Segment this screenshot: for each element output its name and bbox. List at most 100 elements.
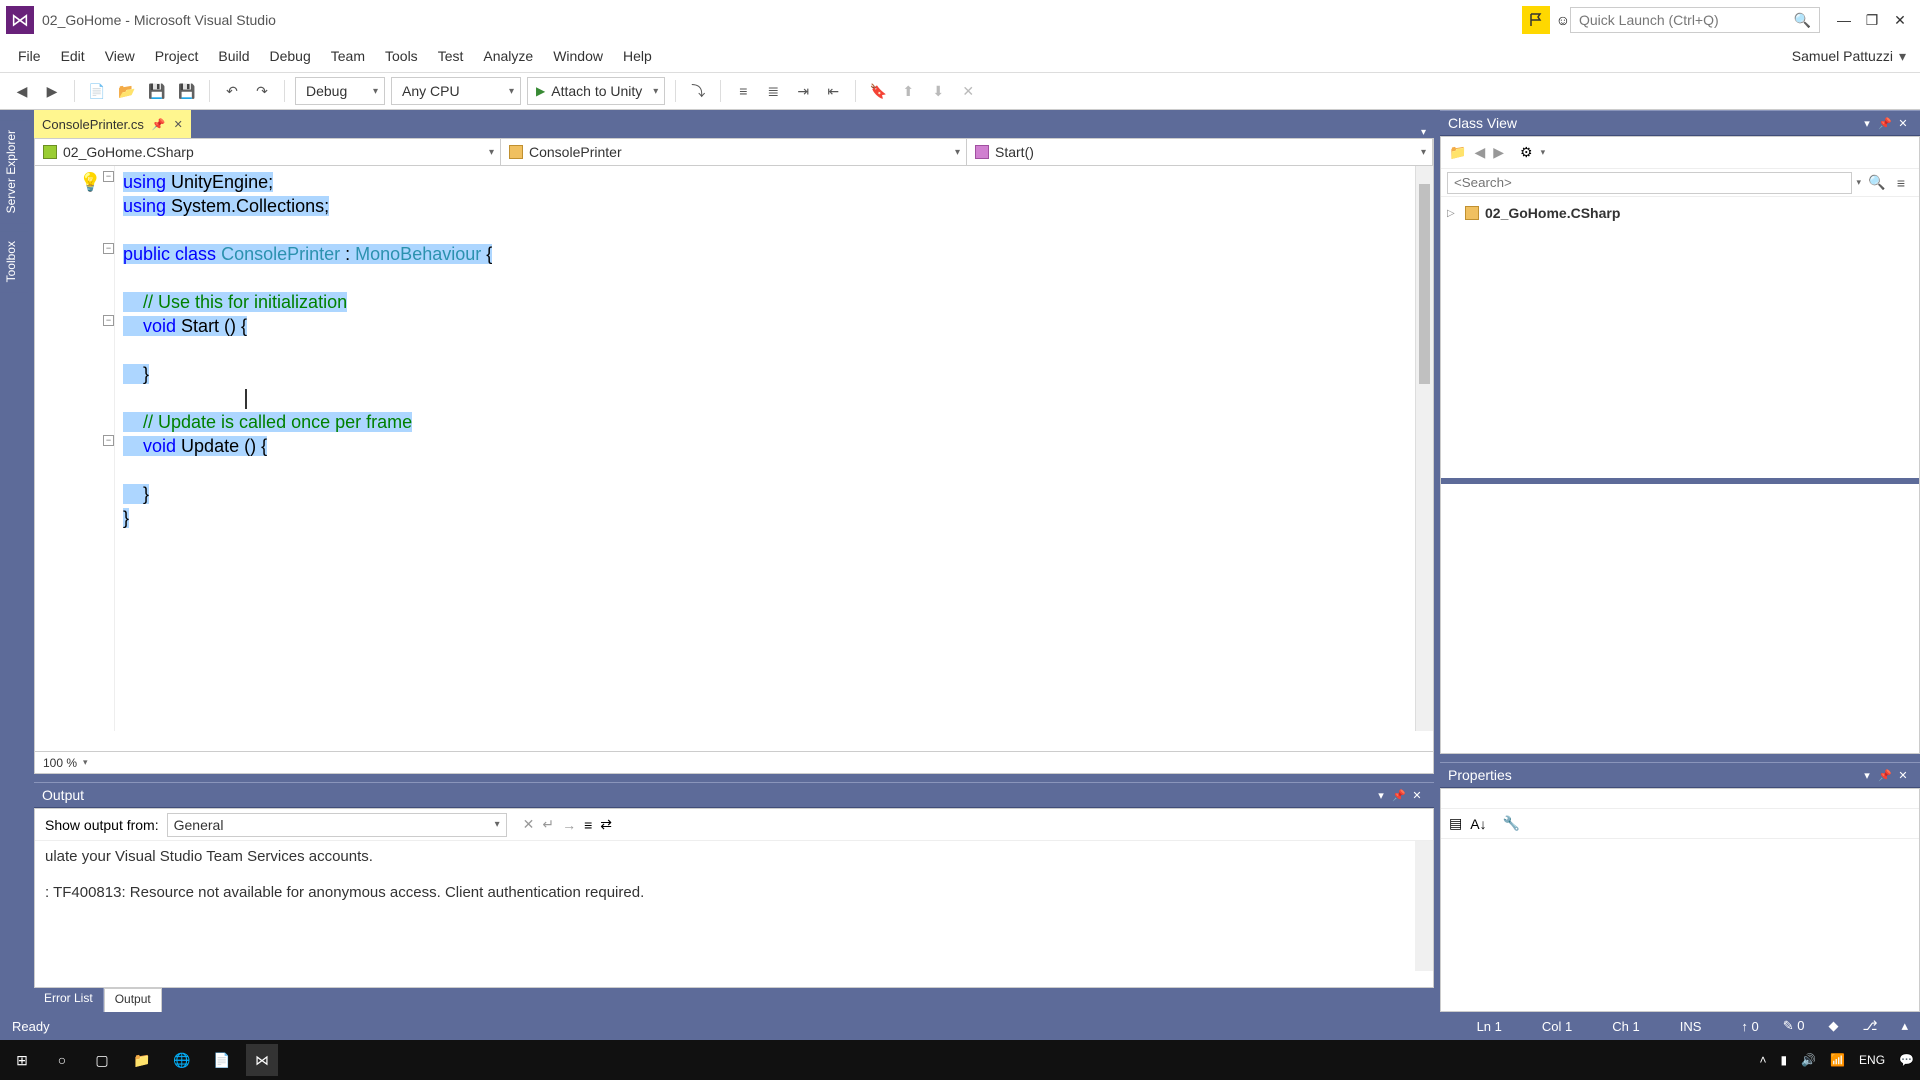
prev-bookmark-button[interactable]: ⬆: [896, 79, 920, 103]
chevron-up-icon[interactable]: ▴: [1901, 1018, 1908, 1034]
menu-analyze[interactable]: Analyze: [473, 48, 543, 64]
menu-file[interactable]: File: [8, 48, 51, 64]
error-list-tab[interactable]: Error List: [34, 988, 104, 1012]
volume-icon[interactable]: 🔊: [1801, 1053, 1816, 1067]
class-view-search-input[interactable]: [1447, 172, 1852, 194]
server-explorer-tab[interactable]: Server Explorer: [0, 120, 28, 223]
clear-output-button[interactable]: ✕: [523, 816, 535, 833]
forward-button[interactable]: ▶: [1493, 144, 1504, 161]
scrollbar-thumb[interactable]: [1419, 184, 1430, 384]
nav-forward-button[interactable]: ▶: [40, 79, 64, 103]
undo-button[interactable]: ↶: [220, 79, 244, 103]
menu-project[interactable]: Project: [145, 48, 209, 64]
close-icon[interactable]: ✕: [1894, 117, 1912, 130]
new-folder-button[interactable]: 📁: [1449, 144, 1466, 161]
step-button[interactable]: ⤵: [686, 79, 710, 103]
pin-icon[interactable]: 📌: [1876, 769, 1894, 782]
cortana-button[interactable]: ○: [46, 1044, 78, 1076]
panel-options-icon[interactable]: ▾: [1372, 789, 1390, 802]
menu-view[interactable]: View: [95, 48, 145, 64]
chevron-down-icon[interactable]: ▾: [83, 757, 88, 768]
action-center-icon[interactable]: 💬: [1899, 1053, 1914, 1067]
indent-button[interactable]: ⇥: [791, 79, 815, 103]
pending-changes-icon[interactable]: ✎ 0: [1783, 1018, 1805, 1034]
back-button[interactable]: ◀: [1474, 144, 1485, 161]
expand-icon[interactable]: ▷: [1447, 208, 1459, 219]
close-tab-icon[interactable]: ✕: [174, 118, 183, 131]
file-explorer-icon[interactable]: 📁: [126, 1044, 158, 1076]
properties-grid[interactable]: [1441, 839, 1919, 1011]
properties-header[interactable]: Properties ▾ 📌 ✕: [1440, 762, 1920, 788]
restore-button[interactable]: ❐: [1858, 12, 1886, 29]
goto-button[interactable]: →: [562, 817, 576, 833]
minimize-button[interactable]: —: [1830, 12, 1858, 28]
output-header[interactable]: Output ▾ 📌 ✕: [34, 782, 1434, 808]
zoom-combo[interactable]: 100 %: [43, 756, 77, 770]
fold-toggle[interactable]: −: [103, 171, 114, 182]
nav-project-combo[interactable]: 02_GoHome.CSharp: [35, 139, 501, 165]
menu-build[interactable]: Build: [208, 48, 259, 64]
tab-overflow-button[interactable]: ▾: [1413, 127, 1434, 138]
class-view-tree[interactable]: ▷ 02_GoHome.CSharp: [1441, 197, 1919, 478]
language-indicator[interactable]: ENG: [1859, 1053, 1885, 1067]
tree-node[interactable]: ▷ 02_GoHome.CSharp: [1447, 203, 1913, 223]
notepad-icon[interactable]: 📄: [206, 1044, 238, 1076]
user-menu-chevron-icon[interactable]: ▾: [1899, 48, 1912, 65]
panel-options-icon[interactable]: ▾: [1858, 769, 1876, 782]
menu-debug[interactable]: Debug: [260, 48, 321, 64]
open-file-button[interactable]: 📂: [115, 79, 139, 103]
publish-up-icon[interactable]: ↑ 0: [1741, 1019, 1758, 1034]
lightbulb-icon[interactable]: 💡: [79, 172, 97, 190]
toggle-wrap-button[interactable]: ↵: [542, 816, 554, 833]
user-name[interactable]: Samuel Pattuzzi: [1792, 48, 1899, 64]
menu-test[interactable]: Test: [428, 48, 474, 64]
next-bookmark-button[interactable]: ⬇: [926, 79, 950, 103]
nav-back-button[interactable]: ◀: [10, 79, 34, 103]
toggle-button[interactable]: ⇄: [600, 816, 612, 833]
code-area[interactable]: using UnityEngine; using System.Collecti…: [115, 166, 1415, 731]
property-pages-button[interactable]: 🔧: [1503, 815, 1520, 832]
save-button[interactable]: 💾: [145, 79, 169, 103]
menu-help[interactable]: Help: [613, 48, 662, 64]
configuration-combo[interactable]: Debug: [295, 77, 385, 105]
menu-team[interactable]: Team: [321, 48, 375, 64]
clear-search-icon[interactable]: ≡: [1889, 175, 1913, 191]
document-tab[interactable]: ConsolePrinter.cs 📌 ✕: [34, 110, 191, 138]
tray-chevron-icon[interactable]: ˄: [1760, 1053, 1767, 1067]
nav-class-combo[interactable]: ConsolePrinter: [501, 139, 967, 165]
toolbox-tab[interactable]: Toolbox: [0, 231, 28, 292]
clear-all-button[interactable]: ≡: [584, 817, 592, 833]
categorized-button[interactable]: ▤: [1449, 815, 1462, 832]
output-text[interactable]: ulate your Visual Studio Team Services a…: [35, 841, 1433, 987]
output-source-combo[interactable]: General: [167, 813, 507, 837]
comment-button[interactable]: ≡: [731, 79, 755, 103]
notifications-button[interactable]: [1522, 6, 1550, 34]
quick-launch-input[interactable]: Quick Launch (Ctrl+Q) 🔍: [1570, 7, 1820, 33]
class-view-header[interactable]: Class View ▾ 📌 ✕: [1440, 110, 1920, 136]
task-view-button[interactable]: ▢: [86, 1044, 118, 1076]
save-all-button[interactable]: 💾: [175, 79, 199, 103]
feedback-icon[interactable]: ☺: [1556, 12, 1570, 28]
visual-studio-icon[interactable]: ⋈: [246, 1044, 278, 1076]
redo-button[interactable]: ↷: [250, 79, 274, 103]
menu-window[interactable]: Window: [543, 48, 613, 64]
source-control-icon[interactable]: ⎇: [1862, 1018, 1877, 1034]
chrome-icon[interactable]: 🌐: [166, 1044, 198, 1076]
output-tab[interactable]: Output: [104, 988, 162, 1012]
panel-options-icon[interactable]: ▾: [1858, 117, 1876, 130]
menu-edit[interactable]: Edit: [51, 48, 95, 64]
pin-icon[interactable]: 📌: [1876, 117, 1894, 130]
repository-icon[interactable]: ◆: [1828, 1018, 1838, 1034]
search-icon[interactable]: 🔍: [1865, 174, 1889, 191]
clear-bookmarks-button[interactable]: ✕: [956, 79, 980, 103]
start-debug-button[interactable]: ▶Attach to Unity: [527, 77, 665, 105]
bookmark-button[interactable]: 🔖: [866, 79, 890, 103]
alphabetical-button[interactable]: A↓: [1470, 816, 1486, 832]
pin-icon[interactable]: 📌: [152, 118, 166, 131]
fold-toggle[interactable]: −: [103, 243, 114, 254]
chevron-down-icon[interactable]: ▾: [1541, 147, 1546, 158]
outdent-button[interactable]: ⇤: [821, 79, 845, 103]
chevron-down-icon[interactable]: ▾: [1852, 177, 1865, 188]
code-editor[interactable]: 💡 − − − − using UnityEngine; using Syste…: [34, 166, 1434, 752]
fold-toggle[interactable]: −: [103, 435, 114, 446]
